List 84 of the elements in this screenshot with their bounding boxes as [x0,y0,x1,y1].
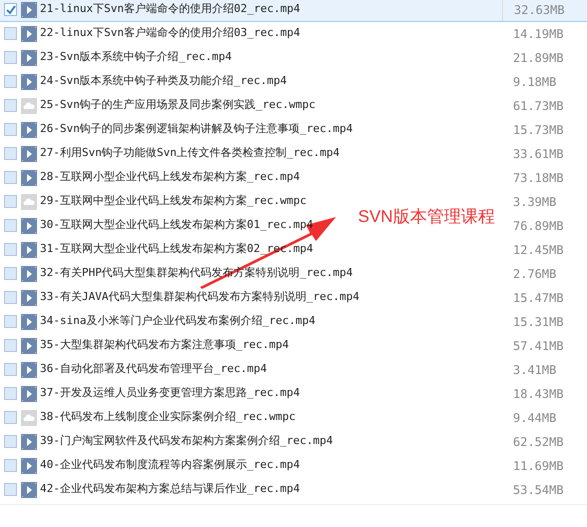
file-name: 33-有关JAVA代码大型集群架构代码发布方案特别说明_rec.mp4 [40,289,360,306]
file-name: 28-互联网小型企业代码上线发布架构方案_rec.mp4 [40,169,300,186]
file-size: 15.31MB [512,314,565,330]
file-name: 23-Svn版本系统中钩子介绍_rec.mp4 [40,49,232,66]
checkmark-icon [6,4,16,14]
video-file-icon [21,26,37,42]
checkbox[interactable] [4,339,17,352]
video-file-icon [21,362,37,378]
video-file-icon [21,242,37,258]
file-name: 26-Svn钩子的同步案例逻辑架构讲解及钩子注意事项_rec.mp4 [40,121,353,138]
file-name: 40-企业代码发布制度流程等内容案例展示_rec.mp4 [40,457,300,474]
checkbox[interactable] [4,267,17,280]
file-name: 34-sina及小米等门户企业代码发布案例介绍_rec.mp4 [40,313,316,330]
checkbox[interactable] [4,27,17,40]
file-size: 11.69MB [512,458,565,474]
file-name: 35-大型集群架构代码发布方案注意事项_rec.mp4 [40,337,289,354]
checkbox[interactable] [4,123,17,136]
file-size: 18.43MB [512,386,565,402]
checkbox[interactable] [4,219,17,232]
file-size: 62.52MB [512,434,565,450]
file-size: 14.19MB [512,26,565,42]
checkbox[interactable] [4,243,17,256]
checkbox[interactable] [4,363,17,376]
checkbox[interactable] [4,435,17,448]
video-file-icon [21,386,37,402]
checkbox[interactable] [4,51,17,64]
video-file-icon [21,170,37,186]
checkbox[interactable] [4,75,17,88]
file-size: 15.73MB [512,122,565,138]
video-file-icon [21,50,37,66]
checkbox[interactable] [4,411,17,424]
file-size: 9.44MB [512,410,558,426]
file-size: 15.47MB [512,290,565,306]
file-size: 57.41MB [512,338,565,354]
checkbox[interactable] [4,3,17,16]
video-file-icon [21,266,37,282]
video-file-icon [21,122,37,138]
file-size: 3.41MB [512,362,558,378]
video-file-icon [21,434,37,450]
video-file-icon [21,218,37,234]
checkbox[interactable] [4,99,17,112]
file-name: 36-自动化部署及代码发布管理平台_rec.mp4 [40,361,267,378]
annotation-text: SVN版本管理课程 [358,206,495,228]
file-size: 33.61MB [512,146,565,162]
checkbox[interactable] [4,315,17,328]
checkbox[interactable] [4,387,17,400]
file-size: 12.45MB [512,242,565,258]
checkbox[interactable] [4,171,17,184]
cloud-file-icon [21,410,37,426]
video-file-icon [21,482,37,498]
video-file-icon [21,338,37,354]
file-size: 3.39MB [512,194,558,210]
file-size: 9.18MB [512,74,558,90]
cloud-file-icon [21,194,37,210]
checkbox[interactable] [4,483,17,496]
file-size: 76.89MB [512,218,565,234]
video-file-icon [21,74,37,90]
file-name: 39-门户淘宝网软件及代码发布架构方案案例介绍_rec.mp4 [40,433,333,450]
file-size: 2.76MB [512,266,558,282]
video-file-icon [21,2,37,18]
checkbox[interactable] [4,195,17,208]
checkbox[interactable] [4,459,17,472]
cloud-file-icon [21,98,37,114]
file-size: 73.18MB [512,170,565,186]
file-name: 22-linux下Svn客户端命令的使用介绍03_rec.mp4 [40,25,300,42]
file-name: 21-linux下Svn客户端命令的使用介绍02_rec.mp4 [40,1,300,18]
file-name: 38-代码发布上线制度企业实际案例介绍_rec.wmpc [40,409,296,426]
file-size: 32.63MB [502,0,587,21]
checkbox[interactable] [4,147,17,160]
selected-file-row[interactable]: 21-linux下Svn客户端命令的使用介绍02_rec.mp4 32.63MB [0,0,587,22]
file-name: 37-开发及运维人员业务变更管理方案思路_rec.mp4 [40,385,300,402]
video-file-icon [21,146,37,162]
checkbox[interactable] [4,291,17,304]
file-name: 24-Svn版本系统中钩子种类及功能介绍_rec.mp4 [40,73,287,90]
video-file-icon [21,314,37,330]
file-name: 25-Svn钩子的生产应用场景及同步案例实践_rec.wmpc [40,97,316,114]
file-name: 29-互联网中型企业代码上线发布架构方案_rec.wmpc [40,193,306,210]
file-name: 42-企业代码发布架构方案总结与课后作业_rec.mp4 [40,481,300,498]
video-file-icon [21,458,37,474]
file-size: 53.54MB [512,482,565,498]
file-size: 21.89MB [512,50,565,66]
video-file-icon [21,290,37,306]
file-size: 61.73MB [512,98,565,114]
file-name: 27-利用Svn钩子功能做Svn上传文件各类检查控制_rec.mp4 [40,145,340,162]
